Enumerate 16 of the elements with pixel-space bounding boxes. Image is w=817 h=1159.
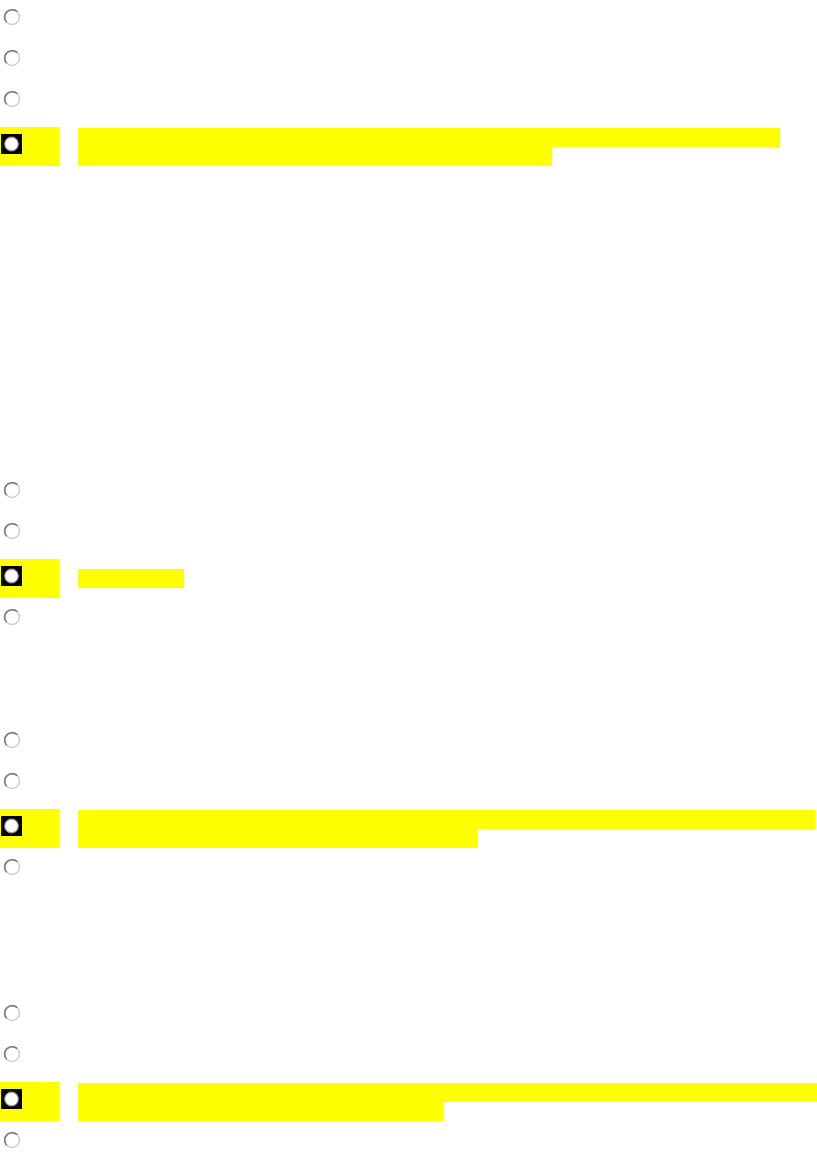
radio-button[interactable] bbox=[3, 772, 21, 790]
radio-button[interactable] bbox=[3, 1004, 21, 1022]
radio-button[interactable] bbox=[3, 858, 21, 876]
radio-button[interactable] bbox=[3, 1045, 21, 1063]
radio-button[interactable] bbox=[3, 8, 21, 26]
radio-button[interactable] bbox=[3, 608, 21, 626]
radio-button[interactable] bbox=[1, 134, 22, 154]
radio-button[interactable] bbox=[3, 481, 21, 499]
radio-button[interactable] bbox=[1, 566, 22, 586]
radio-button[interactable] bbox=[1, 1089, 22, 1109]
radio-button[interactable] bbox=[3, 49, 21, 67]
radio-button[interactable] bbox=[3, 731, 21, 749]
radio-button[interactable] bbox=[3, 1131, 21, 1149]
radio-button[interactable] bbox=[3, 522, 21, 540]
radio-button[interactable] bbox=[1, 816, 22, 836]
radio-button[interactable] bbox=[3, 90, 21, 108]
